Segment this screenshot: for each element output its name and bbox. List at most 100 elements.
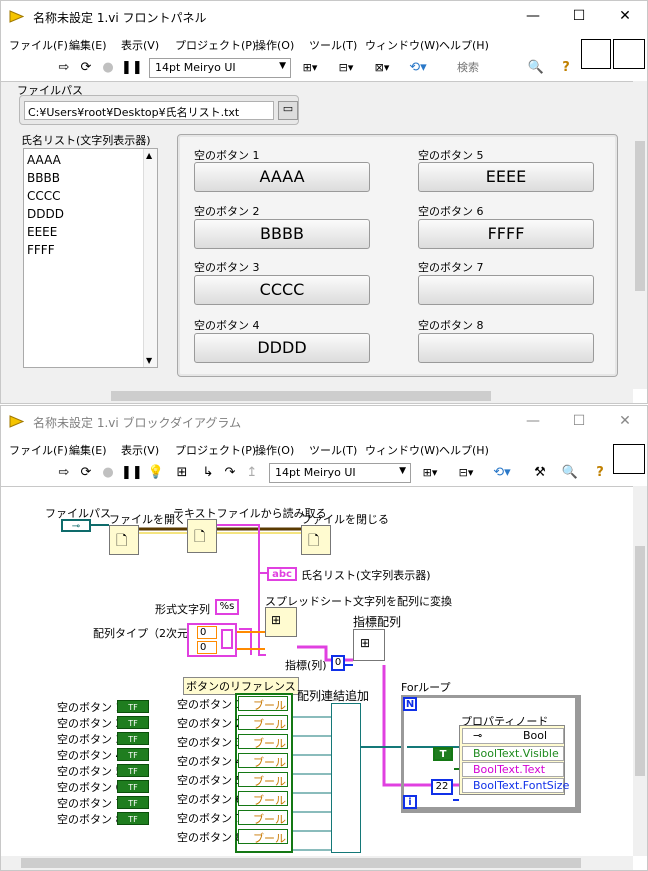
ref-item-8[interactable]: ブール [238, 829, 288, 845]
pause-icon[interactable]: ❚❚ [121, 59, 143, 77]
block-horizontal-scrollbar[interactable] [1, 856, 633, 870]
highlight-execution-icon[interactable]: 💡 [147, 464, 165, 482]
boolean-control-3[interactable]: TF [117, 732, 149, 745]
font-select[interactable]: 14pt Meiryo UI ▼ [269, 463, 411, 483]
scroll-down-icon[interactable]: ▼ [146, 356, 152, 365]
index-col-const[interactable]: 0 [331, 655, 345, 671]
search-icon[interactable]: 🔍 [527, 59, 545, 77]
pause-icon[interactable]: ❚❚ [121, 464, 143, 482]
button-7[interactable] [418, 275, 594, 305]
menu-edit[interactable]: 編集(E) [69, 442, 107, 458]
button-8[interactable] [418, 333, 594, 363]
close-icon[interactable]: ✕ [603, 1, 647, 31]
abort-icon[interactable]: ● [99, 464, 117, 482]
reorder-icon[interactable]: ⟲▾ [493, 464, 511, 482]
fontsize-const[interactable]: 22 [431, 779, 453, 795]
minimize-icon[interactable]: — [511, 1, 555, 31]
menu-edit[interactable]: 編集(E) [69, 37, 107, 53]
true-const[interactable]: T [433, 747, 453, 761]
scroll-thumb[interactable] [635, 141, 645, 291]
menu-view[interactable]: 表示(V) [121, 442, 159, 458]
array-type-const[interactable]: 0 0 [187, 623, 237, 657]
vi-icon[interactable] [613, 444, 645, 474]
button-3[interactable]: CCCC [194, 275, 370, 305]
folder-icon[interactable]: ▭ [278, 101, 298, 120]
scroll-thumb[interactable] [21, 858, 581, 868]
close-file-node[interactable]: 🗋 [301, 525, 331, 555]
menu-project[interactable]: プロジェクト(P) [175, 442, 256, 458]
ref-item-7[interactable]: ブール [238, 810, 288, 826]
array-element[interactable] [221, 629, 233, 649]
menu-help[interactable]: ヘルプ(H) [439, 37, 489, 53]
help-icon[interactable]: ? [591, 464, 609, 482]
list-item[interactable]: DDDD [27, 207, 64, 221]
scroll-up-icon[interactable]: ▲ [146, 151, 152, 160]
cleanup-diagram-icon[interactable]: ⚒ [531, 464, 549, 482]
reorder-icon[interactable]: ⟲▾ [409, 59, 427, 77]
run-continuously-icon[interactable]: ⟳ [77, 59, 95, 77]
font-select[interactable]: 14pt Meiryo UI ▼ [149, 58, 291, 78]
prop-text[interactable]: BoolText.Text [462, 762, 564, 777]
abort-icon[interactable]: ● [99, 59, 117, 77]
list-item[interactable]: AAAA [27, 153, 61, 167]
help-icon[interactable]: ? [557, 59, 575, 77]
ref-item-5[interactable]: ブール [238, 772, 288, 788]
button-5[interactable]: EEEE [418, 162, 594, 192]
loop-iteration-terminal[interactable]: i [403, 795, 417, 809]
menu-window[interactable]: ウィンドウ(W) [365, 37, 439, 53]
build-array-node[interactable] [331, 703, 361, 853]
array-index-2[interactable]: 0 [197, 641, 217, 654]
button-1[interactable]: AAAA [194, 162, 370, 192]
prop-visible[interactable]: BoolText.Visible [462, 746, 564, 761]
distribute-icon[interactable]: ⊟▾ [337, 59, 355, 77]
prop-fontsize[interactable]: BoolText.FontSize [462, 778, 569, 793]
front-vertical-scrollbar[interactable] [633, 81, 647, 389]
run-arrow-icon[interactable]: ⇨ [55, 59, 73, 77]
menu-tools[interactable]: ツール(T) [309, 37, 357, 53]
ref-item-3[interactable]: ブール [238, 734, 288, 750]
name-list-indicator[interactable]: abc [267, 567, 297, 581]
connector-pane-icon[interactable] [581, 39, 611, 69]
name-list[interactable]: AAAA BBBB CCCC DDDD EEEE FFFF ▲ ▼ [23, 148, 158, 368]
list-item[interactable]: EEEE [27, 225, 57, 239]
run-continuously-icon[interactable]: ⟳ [77, 464, 95, 482]
read-text-node[interactable]: 🗋 [187, 519, 217, 553]
scroll-thumb[interactable] [111, 391, 491, 401]
align-icon[interactable]: ⊞▾ [421, 464, 439, 482]
menu-operate[interactable]: 操作(O) [255, 37, 294, 53]
boolean-control-5[interactable]: TF [117, 764, 149, 777]
boolean-control-2[interactable]: TF [117, 716, 149, 729]
format-string-const[interactable]: %s [215, 599, 239, 615]
open-file-node[interactable]: 🗋 [109, 525, 139, 555]
menu-help[interactable]: ヘルプ(H) [439, 442, 489, 458]
button-6[interactable]: FFFF [418, 219, 594, 249]
menu-view[interactable]: 表示(V) [121, 37, 159, 53]
search-input[interactable] [457, 59, 527, 77]
boolean-control-4[interactable]: TF [117, 748, 149, 761]
menu-tools[interactable]: ツール(T) [309, 442, 357, 458]
boolean-control-1[interactable]: TF [117, 700, 149, 713]
button-4[interactable]: DDDD [194, 333, 370, 363]
vi-icon[interactable] [613, 39, 645, 69]
resize-icon[interactable]: ⊠▾ [373, 59, 391, 77]
scroll-thumb[interactable] [635, 546, 645, 776]
align-icon[interactable]: ⊞▾ [301, 59, 319, 77]
list-item[interactable]: BBBB [27, 171, 60, 185]
ref-item-4[interactable]: ブール [238, 753, 288, 769]
distribute-icon[interactable]: ⊟▾ [457, 464, 475, 482]
close-icon[interactable]: ✕ [603, 406, 647, 436]
boolean-control-6[interactable]: TF [117, 780, 149, 793]
boolean-control-7[interactable]: TF [117, 796, 149, 809]
step-into-icon[interactable]: ↳ [199, 464, 217, 482]
file-path-control[interactable]: ⊸ [61, 519, 91, 532]
maximize-icon[interactable]: ☐ [557, 406, 601, 436]
ref-item-1[interactable]: ブール [238, 696, 288, 712]
step-over-icon[interactable]: ↷ [221, 464, 239, 482]
property-node[interactable]: ⊸ Bool BoolText.Visible BoolText.Text Bo… [459, 725, 569, 795]
block-vertical-scrollbar[interactable] [633, 486, 647, 856]
run-arrow-icon[interactable]: ⇨ [55, 464, 73, 482]
search-icon[interactable]: 🔍 [561, 464, 579, 482]
ref-item-2[interactable]: ブール [238, 715, 288, 731]
button-2[interactable]: BBBB [194, 219, 370, 249]
menu-file[interactable]: ファイル(F) [9, 37, 68, 53]
